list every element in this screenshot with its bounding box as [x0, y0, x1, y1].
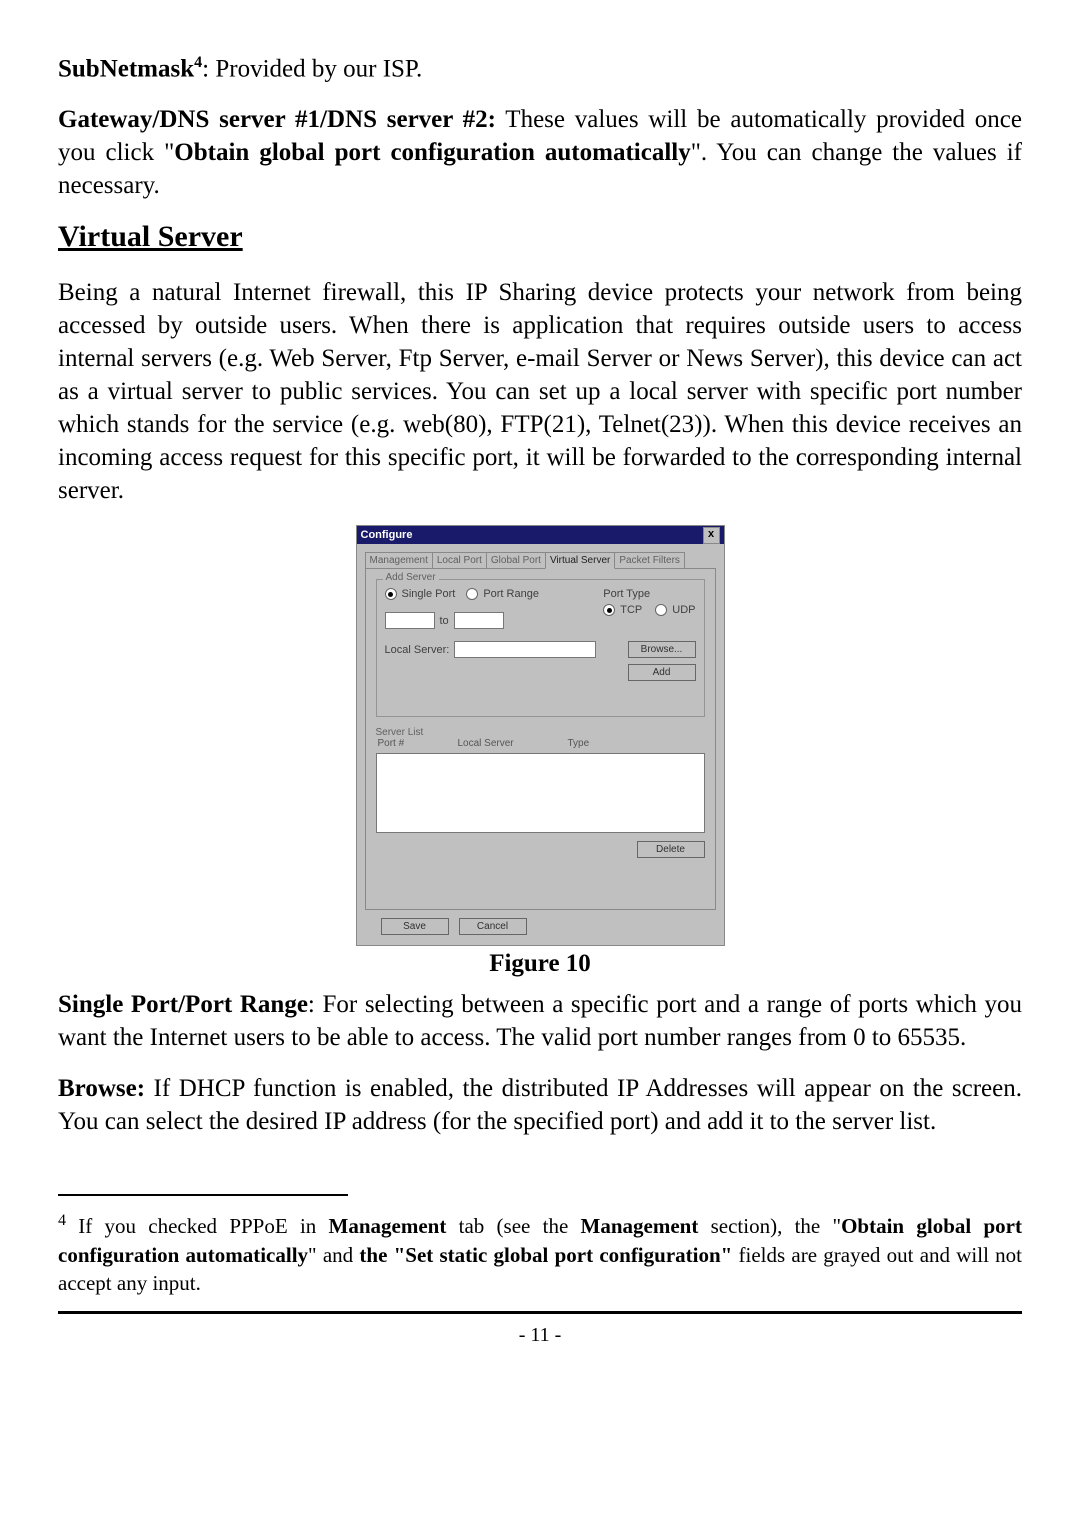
paragraph-virtual-server-desc: Being a natural Internet firewall, this …	[58, 276, 1022, 507]
dialog-title: Configure	[361, 526, 413, 544]
text: : Provided by our ISP.	[202, 55, 422, 82]
dialog-tabs: Management Local Port Global Port Virtua…	[365, 550, 716, 568]
tab-virtual-server[interactable]: Virtual Server	[545, 552, 615, 569]
col-port: Port #	[378, 738, 458, 749]
radio-port-range[interactable]	[466, 588, 478, 600]
save-button[interactable]: Save	[381, 918, 449, 935]
paragraph-browse: Browse: If DHCP function is enabled, the…	[58, 1072, 1022, 1138]
paragraph-single-port: Single Port/Port Range: For selecting be…	[58, 988, 1022, 1054]
text: " and	[308, 1243, 359, 1267]
dialog-titlebar: Configure x	[357, 526, 724, 544]
label-browse: Browse:	[58, 1075, 145, 1102]
group-title: Add Server	[383, 572, 439, 583]
label-to: to	[440, 615, 449, 627]
label-port-type: Port Type	[603, 588, 695, 600]
tab-management[interactable]: Management	[365, 552, 433, 568]
group-add-server: Add Server Single Port Port Range	[376, 579, 705, 717]
dialog-footer: Save Cancel	[357, 918, 724, 945]
paragraph-gateway-dns: Gateway/DNS server #1/DNS server #2: The…	[58, 103, 1022, 202]
text: If DHCP function is enabled, the distrib…	[58, 1075, 1022, 1135]
document-page: SubNetmask4: Provided by our ISP. Gatewa…	[0, 0, 1080, 1532]
radio-tcp[interactable]	[603, 604, 615, 616]
page-bottom-rule	[58, 1311, 1022, 1314]
footnote-number: 4	[58, 1212, 66, 1229]
tab-global-port[interactable]: Global Port	[486, 552, 546, 568]
text-bold: the "Set static global port configuratio…	[359, 1243, 732, 1267]
tab-panel: Add Server Single Port Port Range	[365, 568, 716, 910]
page-number: - 11 -	[58, 1324, 1022, 1347]
input-port-from[interactable]	[385, 612, 435, 629]
label-gateway: Gateway/DNS server #1/DNS server #2:	[58, 106, 496, 133]
footnote-ref-4: 4	[194, 54, 202, 71]
label-single-port: Single Port	[402, 588, 456, 600]
cancel-button[interactable]: Cancel	[459, 918, 527, 935]
delete-button[interactable]: Delete	[637, 841, 705, 858]
radio-single-port[interactable]	[385, 588, 397, 600]
radio-udp[interactable]	[655, 604, 667, 616]
configure-dialog: Configure x Management Local Port Global…	[356, 525, 725, 946]
input-port-to[interactable]	[454, 612, 504, 629]
text: If you checked PPPoE in	[66, 1214, 329, 1238]
text-bold: Obtain global port configuration automat…	[174, 139, 690, 166]
label-port-range: Port Range	[483, 588, 539, 600]
text: section), the "	[698, 1214, 841, 1238]
figure-caption: Figure 10	[58, 950, 1022, 978]
label-tcp: TCP	[620, 604, 642, 616]
footnote-separator	[58, 1194, 348, 1196]
close-icon[interactable]: x	[703, 527, 720, 544]
heading-virtual-server: Virtual Server	[58, 220, 1022, 254]
group-server-list: Server List Port # Local Server Type Del…	[376, 727, 705, 858]
footnote-4: 4 If you checked PPPoE in Management tab…	[58, 1210, 1022, 1297]
input-local-server[interactable]	[454, 641, 596, 658]
label-single-port-range: Single Port/Port Range	[58, 991, 308, 1018]
label-subnetmask: SubNetmask	[58, 55, 194, 82]
col-type: Type	[568, 738, 628, 749]
tab-packet-filters[interactable]: Packet Filters	[614, 552, 685, 568]
browse-button[interactable]: Browse...	[628, 641, 696, 658]
label-local-server: Local Server:	[385, 644, 450, 656]
server-list-box[interactable]	[376, 753, 705, 833]
tab-local-port[interactable]: Local Port	[432, 552, 487, 568]
list-header: Port # Local Server Type	[376, 738, 705, 751]
text-bold: Management	[581, 1214, 699, 1238]
col-local-server: Local Server	[458, 738, 568, 749]
label-server-list: Server List	[376, 727, 705, 738]
paragraph-subnetmask: SubNetmask4: Provided by our ISP.	[58, 52, 1022, 85]
figure-10: Configure x Management Local Port Global…	[58, 525, 1022, 946]
label-udp: UDP	[672, 604, 695, 616]
text-bold: Management	[329, 1214, 447, 1238]
add-button[interactable]: Add	[628, 664, 696, 681]
text: tab (see the	[446, 1214, 580, 1238]
